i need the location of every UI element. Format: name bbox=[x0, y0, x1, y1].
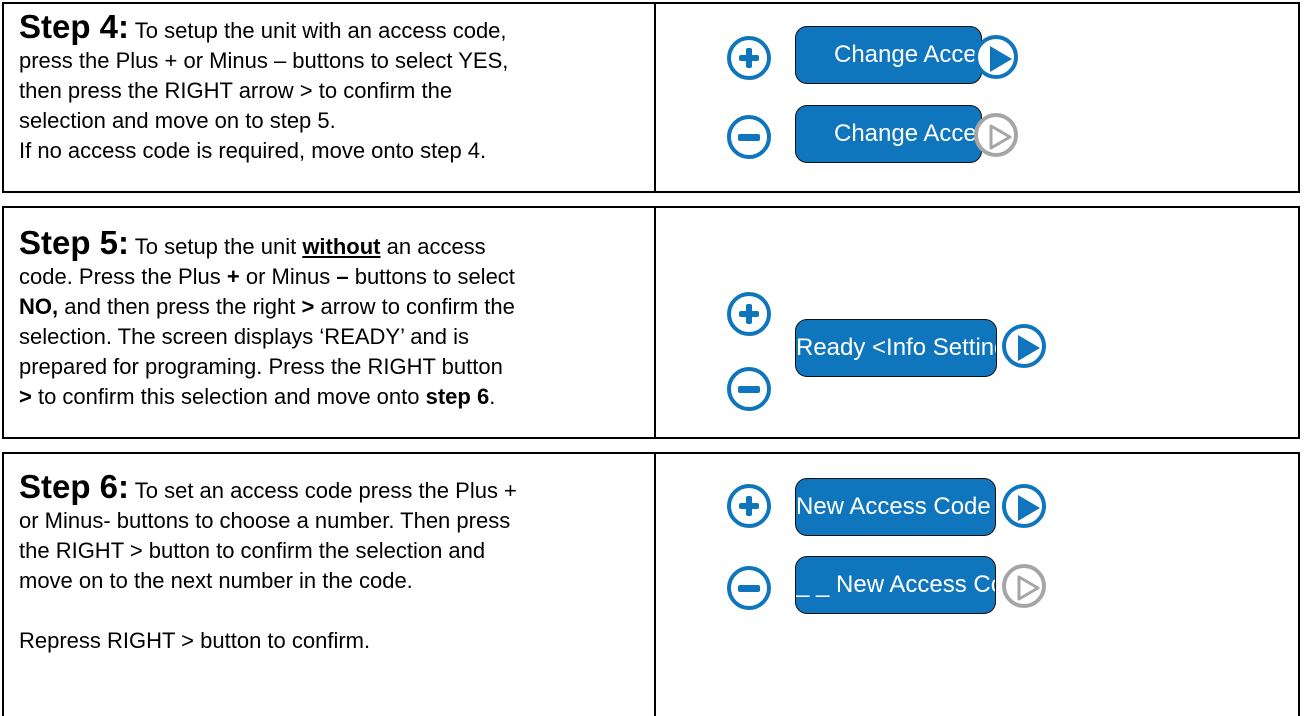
display-screen: Ready <Info Settings> bbox=[795, 319, 997, 377]
step-4-line: selection and move on to step 5. bbox=[19, 108, 336, 133]
display-screen: Change Access Code? No bbox=[795, 105, 982, 163]
play-right-icon[interactable] bbox=[1002, 484, 1046, 528]
display-text: New Access Code 0_ bbox=[796, 493, 995, 520]
display-screen: New Access Code 0_ bbox=[795, 478, 996, 536]
step-6-heading: Step 6: bbox=[19, 468, 130, 505]
display-text: Change Access Code? Yes bbox=[834, 41, 981, 68]
step-4-heading: Step 4: bbox=[19, 8, 130, 45]
display-text: Change Access Code? No bbox=[834, 120, 981, 147]
minus-circle-icon[interactable] bbox=[727, 566, 771, 610]
step-4-lead: To setup the unit with an access code, bbox=[129, 18, 507, 43]
plus-circle-icon[interactable] bbox=[727, 484, 771, 528]
step-6-confirm: Repress RIGHT > button to confirm. bbox=[19, 628, 371, 653]
step-4-line: press the Plus + or Minus – buttons to s… bbox=[19, 48, 509, 73]
step-4-display-panel: Change Access Code? Yes Change Access Co… bbox=[656, 4, 1298, 191]
step-5-line: prepared for programing. Press the RIGHT… bbox=[19, 354, 503, 379]
step-4-line: If no access code is required, move onto… bbox=[19, 138, 487, 163]
step-5-display-panel: Ready <Info Settings> bbox=[656, 208, 1298, 437]
step-4-text: Step 4: To setup the unit with an access… bbox=[4, 4, 656, 191]
play-right-icon[interactable] bbox=[1002, 324, 1046, 368]
plus-circle-icon[interactable] bbox=[727, 36, 771, 80]
step-5-line: selection. The screen displays ‘READY’ a… bbox=[19, 324, 469, 349]
plus-circle-icon[interactable] bbox=[727, 292, 771, 336]
step-4-line: then press the RIGHT arrow > to confirm … bbox=[19, 78, 453, 103]
minus-circle-icon[interactable] bbox=[727, 367, 771, 411]
step-5-row: Step 5: To setup the unit without an acc… bbox=[2, 206, 1300, 439]
step-5-heading: Step 5: bbox=[19, 224, 130, 261]
step-6-lead: To set an access code press the Plus + bbox=[129, 478, 517, 503]
play-right-outline-icon bbox=[974, 113, 1018, 157]
display-text: _ _ New Access Code bbox=[796, 571, 995, 598]
display-screen: _ _ New Access Code bbox=[795, 556, 996, 614]
step-6-line: or Minus- buttons to choose a number. Th… bbox=[19, 508, 511, 533]
display-text: Ready <Info Settings> bbox=[796, 334, 996, 361]
step-6-row: Step 6: To set an access code press the … bbox=[2, 452, 1300, 716]
step-5-text: Step 5: To setup the unit without an acc… bbox=[4, 208, 656, 437]
without-emphasis: without bbox=[302, 234, 381, 259]
minus-circle-icon[interactable] bbox=[727, 115, 771, 159]
step-6-line: the RIGHT > button to confirm the select… bbox=[19, 538, 486, 563]
play-right-outline-icon bbox=[1002, 564, 1046, 608]
step-6-display-panel: New Access Code 0_ _ _ New Access Code bbox=[656, 454, 1298, 716]
display-screen: Change Access Code? Yes bbox=[795, 26, 982, 84]
play-right-icon[interactable] bbox=[974, 35, 1018, 79]
step-6-text: Step 6: To set an access code press the … bbox=[4, 454, 656, 716]
step-4-row: Step 4: To setup the unit with an access… bbox=[2, 2, 1300, 193]
step-6-line: move on to the next number in the code. bbox=[19, 568, 413, 593]
